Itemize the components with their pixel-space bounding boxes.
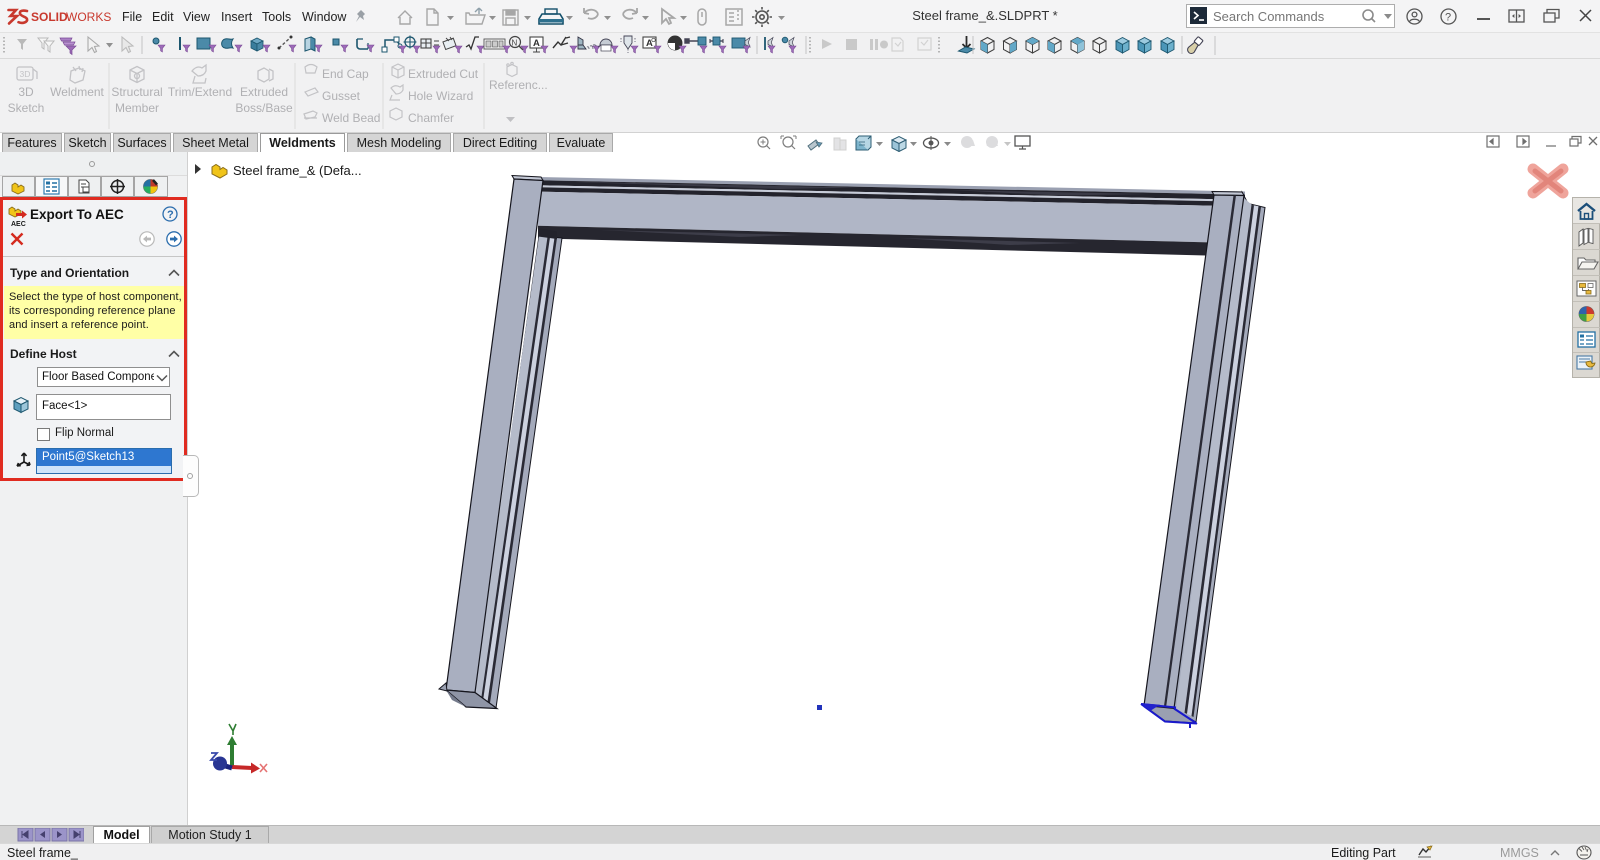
svg-text:Structural: Structural xyxy=(111,85,162,99)
svg-text:WORKS: WORKS xyxy=(66,10,111,24)
svg-text:Weldment: Weldment xyxy=(50,85,104,99)
svg-text:Chamfer: Chamfer xyxy=(408,111,454,125)
svg-text:Hole Wizard: Hole Wizard xyxy=(408,89,473,103)
svg-text:3D: 3D xyxy=(18,85,34,99)
svg-text:AEC: AEC xyxy=(11,221,26,227)
svg-text:3D: 3D xyxy=(20,69,31,79)
svg-text:?: ? xyxy=(167,209,174,221)
svg-text:Sketch: Sketch xyxy=(8,101,45,115)
svg-text:Boss/Base: Boss/Base xyxy=(235,101,293,115)
svg-text:Member: Member xyxy=(115,101,159,115)
svg-text:Extruded Cut: Extruded Cut xyxy=(408,67,479,81)
svg-text:N: N xyxy=(512,39,518,48)
svg-text:SOLID: SOLID xyxy=(31,10,68,24)
svg-text:?: ? xyxy=(1445,12,1451,24)
svg-text:A: A xyxy=(533,38,540,49)
svg-text:Referenc...: Referenc... xyxy=(489,78,548,92)
svg-text:Weld Bead: Weld Bead xyxy=(322,111,380,125)
svg-text:Extruded: Extruded xyxy=(240,85,288,99)
svg-text:Gusset: Gusset xyxy=(322,89,361,103)
svg-text:End Cap: End Cap xyxy=(322,67,369,81)
svg-text:Trim/Extend: Trim/Extend xyxy=(168,85,232,99)
